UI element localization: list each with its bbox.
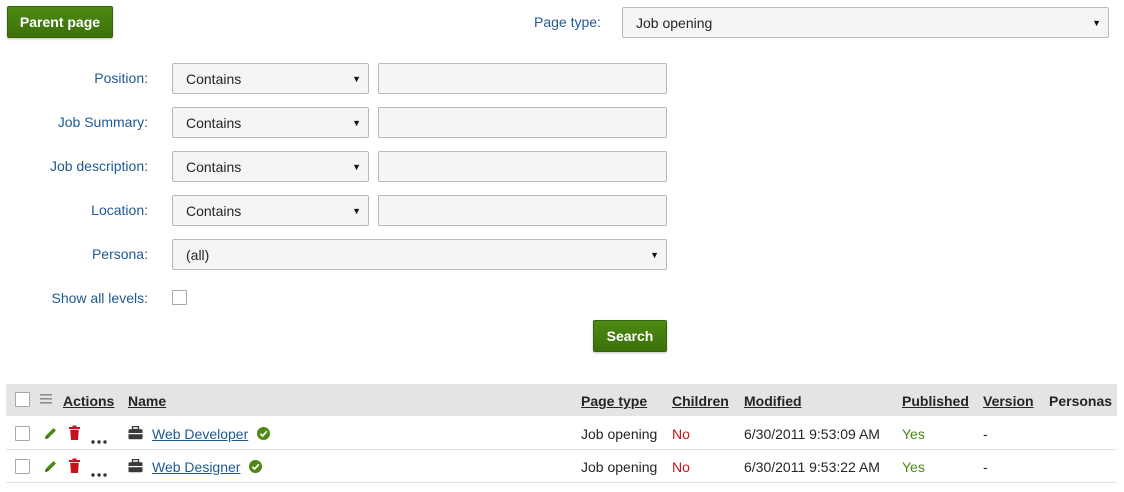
row-version: - [983, 459, 988, 475]
show-all-levels-label: Show all levels: [51, 290, 149, 306]
location-operator-value: Contains [186, 202, 242, 219]
position-operator-select[interactable]: Contains ▼ [172, 63, 369, 94]
persona-select[interactable]: (all) ▼ [172, 239, 667, 270]
job-description-input[interactable] [378, 151, 667, 182]
caret-down-icon: ▼ [1092, 17, 1101, 28]
published-check-icon [249, 460, 262, 476]
job-summary-input[interactable] [378, 107, 667, 138]
column-header-children[interactable]: Children [672, 393, 729, 409]
delete-icon[interactable] [68, 425, 81, 444]
page-type-label: Page type: [534, 14, 601, 30]
row-published: Yes [902, 459, 925, 475]
row-children: No [672, 426, 690, 442]
row-page-type: Job opening [581, 459, 658, 475]
location-input[interactable] [378, 195, 667, 226]
job-summary-operator-value: Contains [186, 114, 242, 131]
more-icon[interactable] [91, 431, 107, 447]
job-description-operator-select[interactable]: Contains ▼ [172, 151, 369, 182]
column-header-version[interactable]: Version [983, 393, 1034, 409]
location-operator-select[interactable]: Contains ▼ [172, 195, 369, 226]
row-published: Yes [902, 426, 925, 442]
caret-down-icon: ▼ [352, 161, 361, 172]
select-all-checkbox[interactable] [15, 392, 30, 407]
column-header-modified[interactable]: Modified [744, 393, 802, 409]
grid-header: Actions Name Page type Children Modified… [6, 384, 1117, 416]
column-header-published[interactable]: Published [902, 393, 969, 409]
page-type-icon [128, 458, 143, 476]
more-icon[interactable] [91, 464, 107, 480]
table-row: Web Developer Job opening No 6/30/2011 9… [6, 417, 1117, 450]
parent-page-button[interactable]: Parent page [7, 6, 113, 38]
caret-down-icon: ▼ [650, 249, 659, 260]
location-label: Location: [91, 202, 148, 218]
job-summary-label: Job Summary: [57, 114, 148, 130]
edit-icon[interactable] [43, 426, 58, 444]
job-description-label: Job description: [49, 158, 148, 174]
row-name-link[interactable]: Web Designer [152, 459, 240, 475]
job-summary-operator-select[interactable]: Contains ▼ [172, 107, 369, 138]
row-children: No [672, 459, 690, 475]
persona-select-value: (all) [186, 246, 210, 263]
published-check-icon [257, 427, 270, 443]
row-checkbox[interactable] [15, 426, 30, 441]
edit-icon[interactable] [43, 459, 58, 477]
persona-label: Persona: [91, 246, 148, 262]
page-type-icon [128, 425, 143, 443]
position-operator-value: Contains [186, 70, 242, 87]
page-type-select-value: Job opening [636, 14, 713, 31]
caret-down-icon: ▼ [352, 205, 361, 216]
row-page-type: Job opening [581, 426, 658, 442]
row-modified: 6/30/2011 9:53:09 AM [744, 426, 880, 442]
column-header-name[interactable]: Name [128, 393, 166, 409]
job-description-operator-value: Contains [186, 158, 242, 175]
position-input[interactable] [378, 63, 667, 94]
show-all-levels-checkbox[interactable] [172, 290, 187, 305]
row-checkbox[interactable] [15, 459, 30, 474]
menu-icon[interactable] [40, 392, 52, 408]
delete-icon[interactable] [68, 458, 81, 477]
caret-down-icon: ▼ [352, 73, 361, 84]
caret-down-icon: ▼ [352, 117, 361, 128]
table-row: Web Designer Job opening No 6/30/2011 9:… [6, 450, 1117, 483]
column-header-page-type[interactable]: Page type [581, 393, 647, 409]
row-name-link[interactable]: Web Developer [152, 426, 248, 442]
position-label: Position: [94, 70, 148, 86]
search-button[interactable]: Search [593, 320, 667, 352]
column-header-personas: Personas [1049, 393, 1113, 409]
column-header-actions[interactable]: Actions [63, 393, 114, 409]
row-version: - [983, 426, 988, 442]
row-modified: 6/30/2011 9:53:22 AM [744, 459, 880, 475]
page-type-select[interactable]: Job opening ▼ [622, 7, 1109, 38]
